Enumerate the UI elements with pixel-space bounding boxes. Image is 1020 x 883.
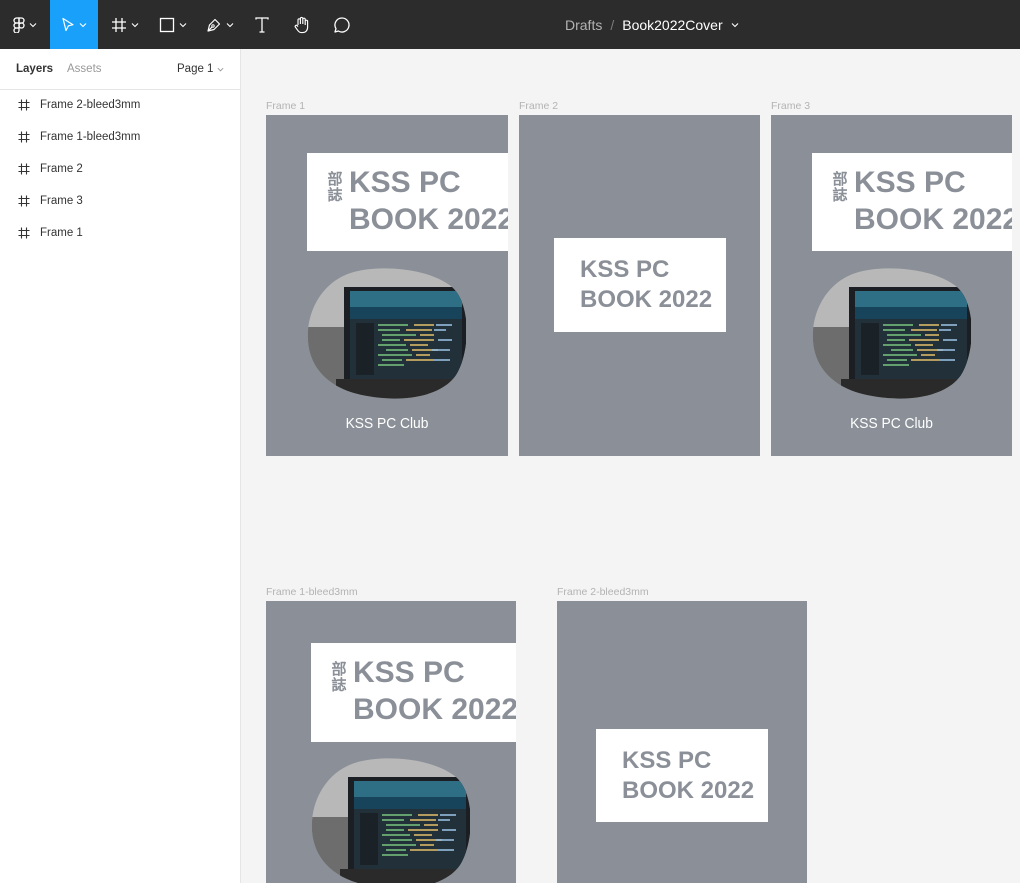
title-box: KSS PC BOOK 2022 [596, 729, 768, 822]
pen-tool-button[interactable] [199, 0, 241, 49]
title-box: 部誌 KSS PC BOOK 2022 [812, 153, 1012, 251]
title-box: 部誌 KSS PC BOOK 2022 [311, 643, 516, 742]
frame-tool-button[interactable] [104, 0, 146, 49]
layer-row-frame-1-bleed3mm[interactable]: Frame 1-bleed3mm [0, 121, 240, 153]
tab-layers[interactable]: Layers [16, 63, 53, 75]
text-tool-button[interactable] [246, 0, 278, 49]
breadcrumb-project[interactable]: Drafts [565, 17, 602, 33]
move-tool-button[interactable] [50, 0, 98, 49]
cursor-arrow-icon [61, 17, 75, 33]
frame-hash-icon [18, 163, 30, 175]
toolbar: Drafts / Book2022Cover [0, 0, 1020, 49]
layer-row-frame-2[interactable]: Frame 2 [0, 153, 240, 185]
frame-label[interactable]: Frame 1-bleed3mm [266, 586, 358, 598]
chevron-down-icon [217, 67, 224, 71]
title-box: 部誌 KSS PC BOOK 2022 [307, 153, 508, 251]
frame-hash-icon [18, 195, 30, 207]
chevron-down-icon [79, 22, 87, 27]
frame-3[interactable]: 部誌 KSS PC BOOK 2022 KSS PC Club [771, 115, 1012, 456]
layer-name: Frame 1-bleed3mm [40, 131, 141, 143]
layer-name: Frame 2 [40, 163, 83, 175]
layers-panel: Layers Assets Page 1 Frame 2-bleed3mm Fr… [0, 49, 241, 883]
chevron-down-icon [226, 22, 234, 27]
kanji-label: 部誌 [327, 171, 343, 204]
frame-hash-icon [18, 99, 30, 111]
frame-label[interactable]: Frame 1 [266, 100, 305, 112]
hand-tool-button[interactable] [286, 0, 318, 49]
frame-hash-icon [18, 131, 30, 143]
laptop-image [812, 268, 971, 399]
frame-label[interactable]: Frame 2-bleed3mm [557, 586, 649, 598]
title-line-1: KSS PC [580, 256, 670, 283]
frame-label[interactable]: Frame 2 [519, 100, 558, 112]
hand-icon [293, 16, 311, 34]
laptop-image [311, 758, 470, 883]
comment-tool-button[interactable] [326, 0, 358, 49]
frame-1-bleed3mm[interactable]: 部誌 KSS PC BOOK 2022 [266, 601, 516, 883]
title-line-2: BOOK 2022 [353, 693, 516, 726]
figma-app: Drafts / Book2022Cover Layers Assets Pag… [0, 0, 1020, 883]
title-box: KSS PC BOOK 2022 [554, 238, 726, 332]
title-line-2: BOOK 2022 [580, 286, 713, 313]
kanji-label: 部誌 [832, 171, 848, 204]
frame-1[interactable]: 部誌 KSS PC BOOK 2022 KSS PC Club [266, 115, 508, 456]
title-line-1: KSS PC [349, 166, 461, 199]
rectangle-icon [159, 17, 175, 33]
title-line-2: BOOK 2022 [349, 203, 508, 236]
title-line-1: KSS PC [353, 656, 465, 689]
frame-hash-icon [111, 17, 127, 33]
chevron-down-icon [179, 22, 187, 27]
breadcrumb-separator: / [610, 16, 615, 33]
shape-tool-button[interactable] [152, 0, 194, 49]
tab-assets[interactable]: Assets [67, 63, 102, 75]
chevron-down-icon[interactable] [731, 21, 739, 29]
club-name: KSS PC Club [345, 415, 429, 432]
frame-2[interactable]: KSS PC BOOK 2022 [519, 115, 760, 456]
frame-label[interactable]: Frame 3 [771, 100, 810, 112]
layer-name: Frame 1 [40, 227, 83, 239]
chevron-down-icon [131, 22, 139, 27]
file-name[interactable]: Book2022Cover [622, 17, 722, 33]
layer-row-frame-2-bleed3mm[interactable]: Frame 2-bleed3mm [0, 89, 240, 121]
frame-2-bleed3mm[interactable]: KSS PC BOOK 2022 [557, 601, 807, 883]
layer-name: Frame 3 [40, 195, 83, 207]
design-canvas[interactable]: Frame 1 部誌 KSS PC BOOK 2022 KSS PC Club … [241, 49, 1020, 883]
layer-name: Frame 2-bleed3mm [40, 99, 141, 111]
layer-row-frame-1[interactable]: Frame 1 [0, 217, 240, 249]
main-menu-button[interactable] [0, 0, 50, 49]
panel-tabs: Layers Assets Page 1 [0, 49, 240, 90]
chevron-down-icon [29, 22, 37, 27]
frame-hash-icon [18, 227, 30, 239]
pen-icon [206, 17, 222, 33]
kanji-label: 部誌 [331, 661, 347, 694]
breadcrumb: Drafts / Book2022Cover [565, 0, 739, 49]
title-line-1: KSS PC [854, 166, 966, 199]
title-line-2: BOOK 2022 [854, 203, 1012, 236]
club-name: KSS PC Club [850, 415, 933, 432]
text-t-icon [255, 16, 269, 33]
page-selector[interactable]: Page 1 [177, 63, 224, 75]
title-line-2: BOOK 2022 [622, 777, 755, 804]
figma-logo-icon [13, 16, 25, 33]
comment-bubble-icon [333, 16, 351, 34]
layer-row-frame-3[interactable]: Frame 3 [0, 185, 240, 217]
laptop-image [307, 268, 466, 399]
page-label: Page 1 [177, 63, 214, 75]
title-line-1: KSS PC [622, 747, 712, 774]
